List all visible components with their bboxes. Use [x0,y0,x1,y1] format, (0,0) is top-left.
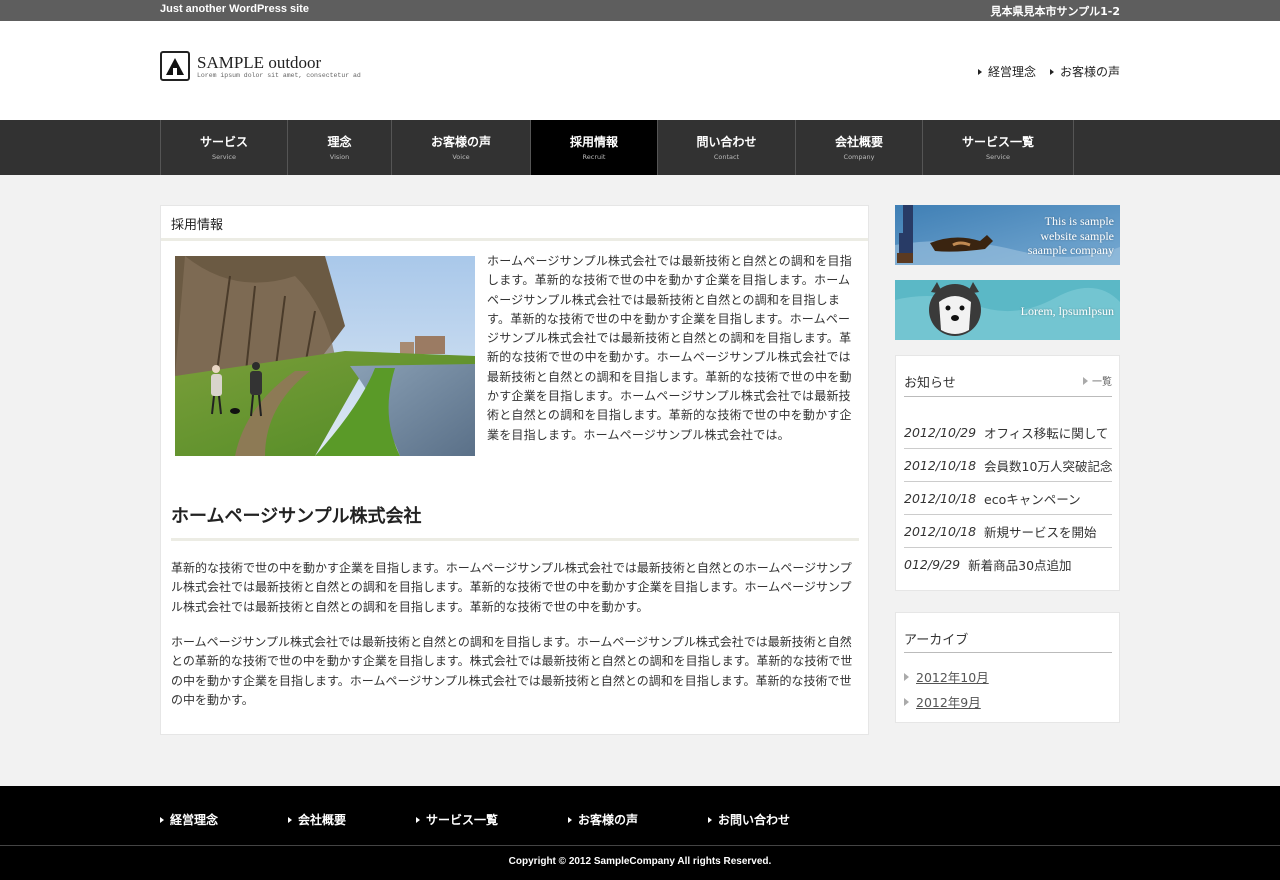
footer-link-company[interactable]: 会社概要 [288,811,346,828]
main-nav: サービス Service 理念 Vision お客様の声 Voice 採用情報 Recr… [0,120,1280,175]
header-link-voice[interactable]: お客様の声 [1049,63,1120,80]
header: SAMPLE outdoor Lorem ipsum dolor sit ame… [0,21,1280,120]
sidebar-banner-dog-beach[interactable]: This is sample website sample saample comp… [895,205,1120,265]
archive-widget: アーカイブ 2012年10月 2012年9月 [895,612,1120,723]
archive-link-2012-10[interactable]: 2012年10月 [904,667,989,686]
copyright: Copyright © 2012 SampleCompany All right… [508,856,772,867]
arrow-right-icon [416,816,420,823]
logo-title: SAMPLE outdoor [197,53,322,72]
page-title: 採用情報 [161,206,868,241]
nav-item-service-list[interactable]: サービス一覧 Service [923,120,1074,175]
nav-item-service[interactable]: サービス Service [161,120,288,175]
arrow-right-icon [160,816,164,823]
footer-link-voice[interactable]: お客様の声 [568,811,638,828]
news-title: お知らせ [904,376,956,391]
arrow-right-icon [1049,68,1054,75]
news-item[interactable]: 2012/10/29 オフィス移転に関して [904,416,1112,449]
tent-icon [160,51,190,81]
archive-title: アーカイブ [904,633,969,648]
news-item[interactable]: 2012/10/18 ecoキャンペーン [904,482,1112,515]
site-logo[interactable]: SAMPLE outdoor Lorem ipsum dolor sit ame… [160,51,361,83]
nav-item-voice[interactable]: お客様の声 Voice [392,120,531,175]
arrow-right-icon [708,816,712,823]
arrow-right-icon [288,816,292,823]
section-heading: ホームページサンプル株式会社 [171,502,859,541]
intro-text: ホームページサンプル株式会社では最新技術と自然との調和を目指します。革新的な技術… [487,254,852,442]
footer-link-service-list[interactable]: サービス一覧 [416,811,498,828]
banner-2-text: Lorem, lpsumlpsun [1020,304,1114,318]
riverside-walk-photo [175,256,475,456]
news-item[interactable]: 2012/10/18 会員数10万人突破記念 [904,449,1112,482]
news-more-link[interactable]: 一覧 [1083,373,1112,388]
site-address: 見本県見本市サンプル1-2 [990,5,1120,18]
nav-item-contact[interactable]: 問い合わせ Contact [658,120,796,175]
top-bar: Just another WordPress site 見本県見本市サンプル1-… [0,0,1280,21]
footer-divider [0,845,1280,846]
divider [904,652,1112,653]
sidebar-banner-husky[interactable]: Lorem, lpsumlpsun [895,280,1120,340]
header-link-philosophy[interactable]: 経営理念 [977,63,1036,80]
archive-link-2012-09[interactable]: 2012年9月 [904,692,981,711]
footer-link-philosophy[interactable]: 経営理念 [160,811,218,828]
main-content: 採用情報 ホームページサンプル株式会社では最新技術と自然との調和を目指します。革… [160,205,869,735]
nav-item-recruit[interactable]: 採用情報 Recruit [531,120,658,175]
news-item[interactable]: 2012/10/18 新規サービスを開始 [904,515,1112,548]
divider [904,396,1112,397]
nav-item-company[interactable]: 会社概要 Company [796,120,923,175]
site-tagline: Just another WordPress site [160,3,309,15]
body-paragraph-2: ホームページサンプル株式会社では最新技術と自然との調和を目指します。ホームページ… [171,635,853,707]
nav-item-vision[interactable]: 理念 Vision [288,120,392,175]
body-paragraph-1: 革新的な技術で世の中を動かす企業を目指します。ホームページサンプル株式会社では最… [171,561,852,614]
news-item[interactable]: 012/9/29 新着商品30点追加 [904,548,1112,581]
banner-1-text: This is sample website sample saample comp… [1027,214,1114,257]
arrow-right-icon [568,816,572,823]
footer-link-contact[interactable]: お問い合わせ [708,811,790,828]
arrow-right-icon [904,672,909,681]
arrow-right-icon [1083,376,1088,385]
logo-subtitle: Lorem ipsum dolor sit amet, consectetur … [197,72,361,79]
footer: 経営理念 会社概要 サービス一覧 お客様の声 お問い合わせ Copyright … [0,786,1280,880]
arrow-right-icon [904,697,909,706]
news-widget: お知らせ 一覧 2012/10/29 オフィス移転に関して 2012/10/18 会… [895,355,1120,591]
header-links: 経営理念 お客様の声 [977,63,1120,80]
arrow-right-icon [977,68,982,75]
